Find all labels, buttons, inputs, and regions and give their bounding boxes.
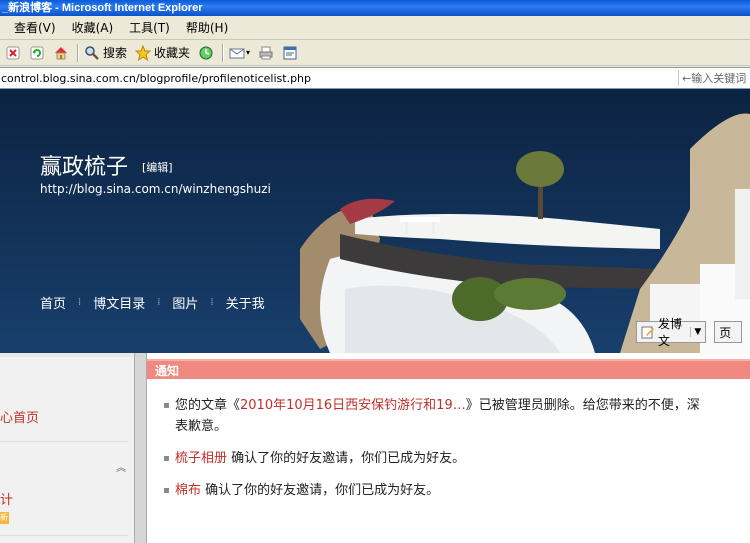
sidebar-item-home[interactable]: 心首页 <box>0 407 39 426</box>
divider <box>0 441 128 442</box>
menu-tools[interactable]: 工具(T) <box>121 16 178 40</box>
edit-icon <box>282 45 298 61</box>
nav-about[interactable]: 关于我 <box>214 293 277 312</box>
print-button[interactable] <box>255 42 277 64</box>
notice-panel: 通知 您的文章《2010年10月16日西安保钓游行和19…》已被管理员删除。给您… <box>147 359 750 543</box>
notice-text: 确认了你的好友邀请，你们已成为好友。 <box>227 451 466 466</box>
blog-url[interactable]: http://blog.sina.com.cn/winzhengshuzi <box>40 182 271 196</box>
divider <box>0 535 128 536</box>
search-icon <box>84 45 100 61</box>
notice-text: 您的文章《 <box>175 398 241 413</box>
banner-scenery-image <box>0 89 750 353</box>
notice-item: 您的文章《2010年10月16日西安保钓游行和19…》已被管理员删除。给您带来的… <box>163 395 703 437</box>
home-button[interactable] <box>50 42 72 64</box>
menu-help[interactable]: 帮助(H) <box>178 16 236 40</box>
favorites-icon <box>135 44 152 61</box>
history-icon <box>198 45 214 61</box>
nav-article-list[interactable]: 博文目录 <box>81 293 157 312</box>
mail-button[interactable]: ▾ <box>226 42 253 64</box>
toolbar-separator <box>222 43 224 62</box>
toolbar-separator <box>77 43 78 62</box>
mail-icon <box>229 45 245 61</box>
article-link[interactable]: 2010年10月16日西安保钓游行和19… <box>240 398 466 413</box>
search-label: 搜索 <box>103 46 128 60</box>
favorites-button[interactable]: 收藏夹 <box>132 42 193 64</box>
page-button[interactable]: 页 <box>714 321 742 343</box>
favorites-label: 收藏夹 <box>154 46 191 60</box>
sidebar: 心首页 ︽ 计 新 <box>0 353 134 543</box>
nav-photos[interactable]: 图片 <box>160 293 210 312</box>
banner-buttons: 发博文 ▼ 页 <box>636 317 750 348</box>
collapse-icon[interactable]: ︽ <box>116 459 126 474</box>
nav-home[interactable]: 首页 <box>40 293 78 312</box>
edit-button[interactable] <box>279 42 301 64</box>
print-icon <box>258 45 274 61</box>
refresh-icon <box>29 45 45 61</box>
menu-view[interactable]: 查看(V) <box>6 16 64 40</box>
history-button[interactable] <box>195 42 217 64</box>
page-content: 心首页 ︽ 计 新 通知 您的文章《2010年10月16日西安保钓游行和19…》… <box>0 353 750 543</box>
new-badge: 新 <box>0 512 9 524</box>
notice-item: 棉布 确认了你的好友邀请，你们已成为好友。 <box>163 480 750 501</box>
menu-favorites[interactable]: 收藏(A) <box>64 16 122 40</box>
chevron-down-icon: ▼ <box>690 327 701 337</box>
home-icon <box>53 45 69 61</box>
chevron-down-icon: ▾ <box>246 48 251 57</box>
blog-title[interactable]: 赢政梳子 <box>40 149 128 181</box>
notice-header: 通知 <box>147 359 750 379</box>
notice-list: 您的文章《2010年10月16日西安保钓游行和19…》已被管理员删除。给您带来的… <box>147 379 750 501</box>
blog-title-edit-link[interactable]: [编辑] <box>142 159 173 175</box>
keyword-search-input[interactable]: ←输入关键词 <box>678 70 750 86</box>
menu-bar: 查看(V) 收藏(A) 工具(T) 帮助(H) <box>0 16 750 40</box>
sidebar-item-stats[interactable]: 计 <box>0 489 13 508</box>
pencil-icon <box>641 325 655 339</box>
notice-text: 确认了你的好友邀请，你们已成为好友。 <box>201 483 440 498</box>
window-title-bar: _新浪博客 - Microsoft Internet Explorer <box>0 0 750 16</box>
search-button[interactable]: 搜索 <box>81 42 130 64</box>
address-input[interactable]: control.blog.sina.com.cn/blogprofile/pro… <box>0 72 678 85</box>
friend-link[interactable]: 棉布 <box>175 483 201 498</box>
address-bar: control.blog.sina.com.cn/blogprofile/pro… <box>0 67 750 89</box>
window-title: _新浪博客 - Microsoft Internet Explorer <box>2 2 203 14</box>
stop-icon <box>5 45 21 61</box>
toolbar: 搜索 收藏夹 ▾ <box>0 40 750 66</box>
panel-gutter <box>134 353 147 543</box>
notice-item: 梳子相册 确认了你的好友邀请，你们已成为好友。 <box>163 448 750 469</box>
post-article-button[interactable]: 发博文 ▼ <box>636 317 707 348</box>
blog-nav: 首页 ⁞ 博文目录 ⁞ 图片 ⁞ 关于我 <box>40 293 277 312</box>
stop-button[interactable] <box>2 42 24 64</box>
refresh-button[interactable] <box>26 42 48 64</box>
post-article-label: 发博文 <box>658 317 683 348</box>
friend-link[interactable]: 梳子相册 <box>175 451 227 466</box>
blog-banner: 赢政梳子 [编辑] http://blog.sina.com.cn/winzhe… <box>0 89 750 353</box>
page-button-label: 页 <box>719 325 732 340</box>
